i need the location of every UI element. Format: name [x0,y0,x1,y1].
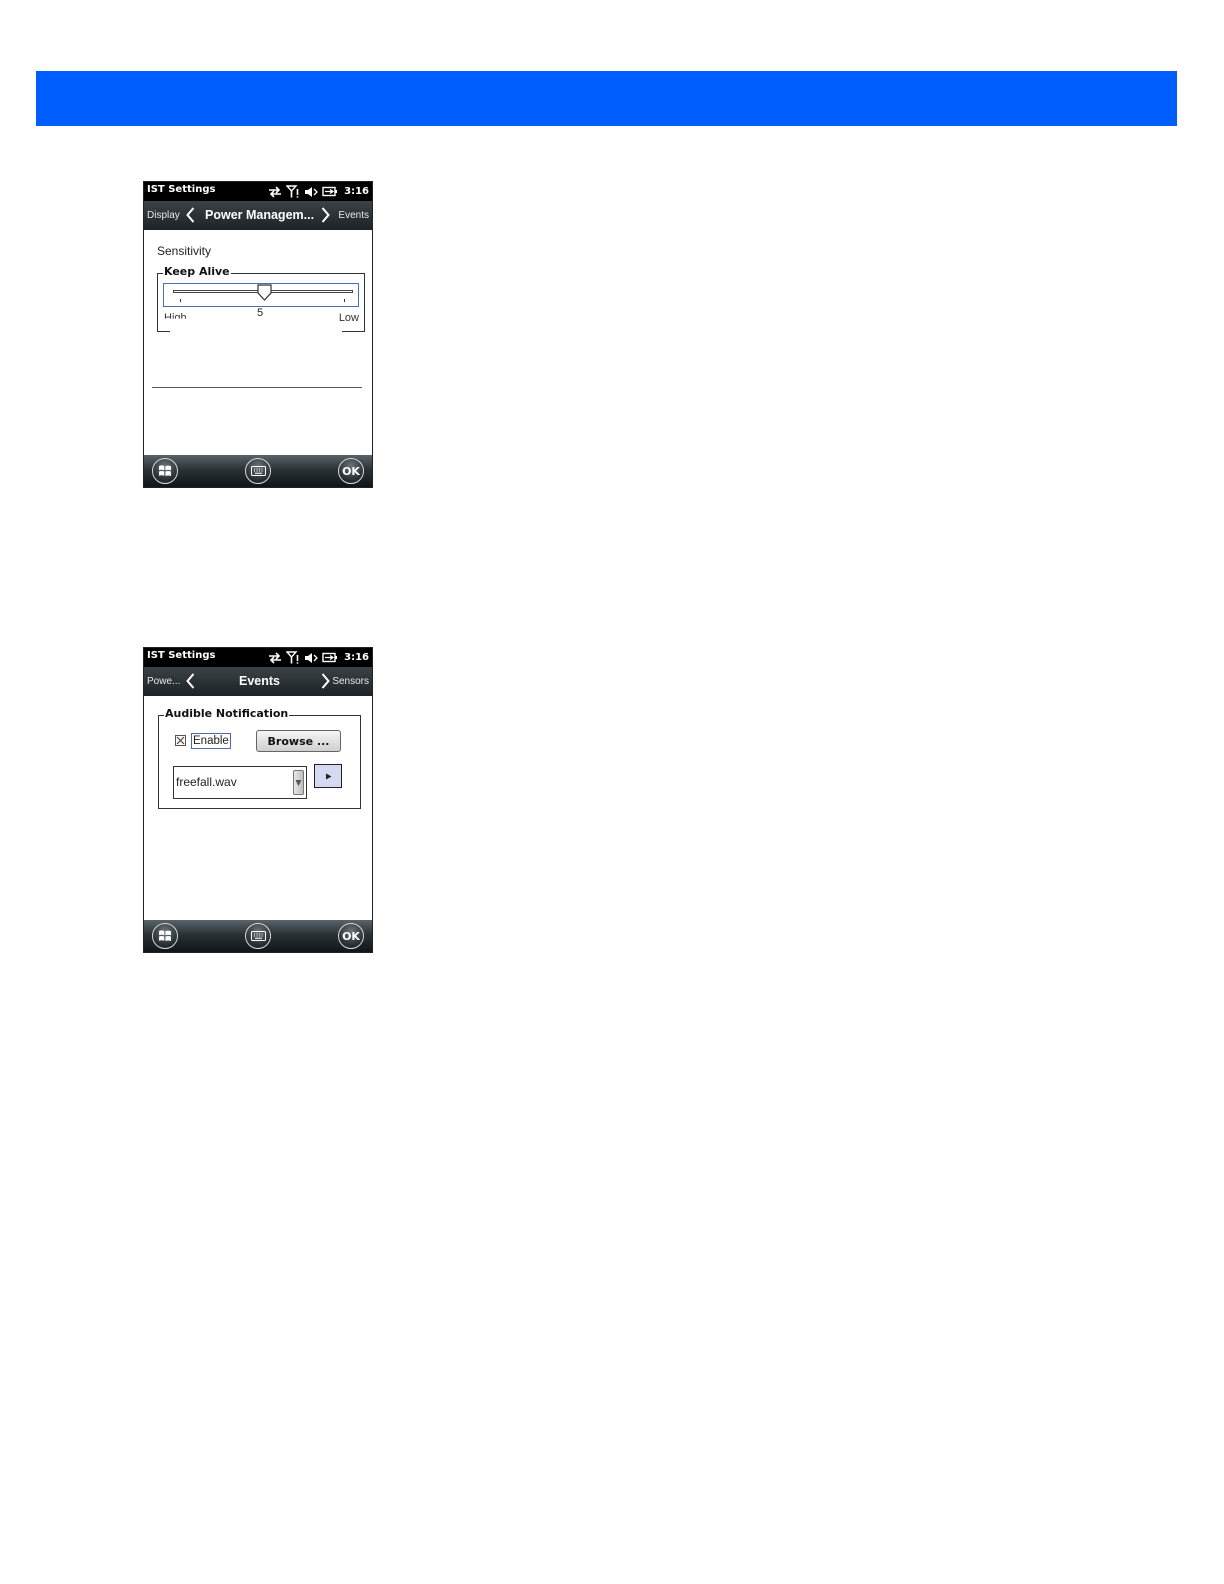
slider-tick-min [180,299,181,302]
chevron-right-icon[interactable] [321,207,330,223]
chevron-right-icon[interactable] [321,673,330,689]
page-nav-bar: Powe... Events Sensors [144,667,372,696]
sync-arrows-icon [269,185,282,198]
ok-label: OK [342,929,360,943]
speaker-mute-icon [305,652,319,663]
softkey-bar: OK [144,455,372,487]
nav-page-title: Events [239,674,280,688]
sound-file-value: freefall.wav [176,775,237,789]
audible-notification-group: Audible Notification Enable Browse ... f… [158,707,361,809]
sensitivity-label: Sensitivity [157,244,212,258]
status-time: 3:16 [344,186,369,197]
triangle-down-icon [295,779,302,786]
slider-thumb[interactable] [256,284,272,301]
ok-label: OK [342,464,360,478]
check-x-icon [176,736,185,745]
sound-file-select[interactable]: freefall.wav [173,766,307,799]
signal-antenna-icon [286,185,299,198]
browse-button[interactable]: Browse ... [256,730,341,752]
slider-tick-max [344,299,345,302]
keyboard-icon [250,931,266,941]
nav-prev-page[interactable]: Powe... [147,676,180,687]
status-icons: 3:16 [268,183,369,200]
nav-next-page[interactable]: Events [338,210,369,221]
windows-flag-icon [159,465,171,476]
start-button[interactable] [152,458,178,484]
status-title: IST Settings [147,184,216,195]
keep-alive-legend: Keep Alive [163,265,231,278]
speaker-mute-icon [305,186,319,197]
slider-max-label: Low [338,312,359,324]
chevron-left-icon[interactable] [186,207,195,223]
start-button[interactable] [152,923,178,949]
audible-notification-legend: Audible Notification [164,707,290,720]
enable-label[interactable]: Enable [191,733,231,749]
nav-next-page[interactable]: Sensors [332,676,369,687]
windows-flag-icon [159,930,171,941]
status-title: IST Settings [147,650,216,661]
slider-value: 5 [257,307,264,319]
battery-charging-icon [322,186,338,197]
keep-alive-group: Keep Alive 5 High Low [157,265,365,335]
keep-alive-slider[interactable] [163,283,359,307]
nav-page-title: Power Managem... [205,208,315,222]
status-bar: IST Settings 3:16 [144,648,372,667]
device-screen-power-management: IST Settings 3:16 Display Power Managem.… [143,181,373,488]
enable-checkbox[interactable] [175,735,186,746]
signal-antenna-icon [286,651,299,664]
softkey-bar: OK [144,920,372,952]
keyboard-button[interactable] [245,458,271,484]
status-time: 3:16 [344,652,369,663]
group-box-gap [170,323,342,335]
header-band [36,71,1177,126]
ok-button[interactable]: OK [338,923,364,949]
battery-charging-icon [322,652,338,663]
device-screen-events: IST Settings 3:16 Powe... Events Sensors… [143,647,373,953]
dropdown-button[interactable] [293,770,304,795]
nav-prev-page[interactable]: Display [147,210,180,221]
sync-arrows-icon [269,651,282,664]
play-sound-button[interactable] [314,764,342,788]
page-nav-bar: Display Power Managem... Events [144,201,372,230]
keyboard-icon [250,466,266,476]
chevron-left-icon[interactable] [186,673,195,689]
keyboard-button[interactable] [245,923,271,949]
status-icons: 3:16 [268,649,369,666]
play-icon [325,773,331,779]
status-bar: IST Settings 3:16 [144,182,372,201]
divider [152,387,362,388]
ok-button[interactable]: OK [338,458,364,484]
